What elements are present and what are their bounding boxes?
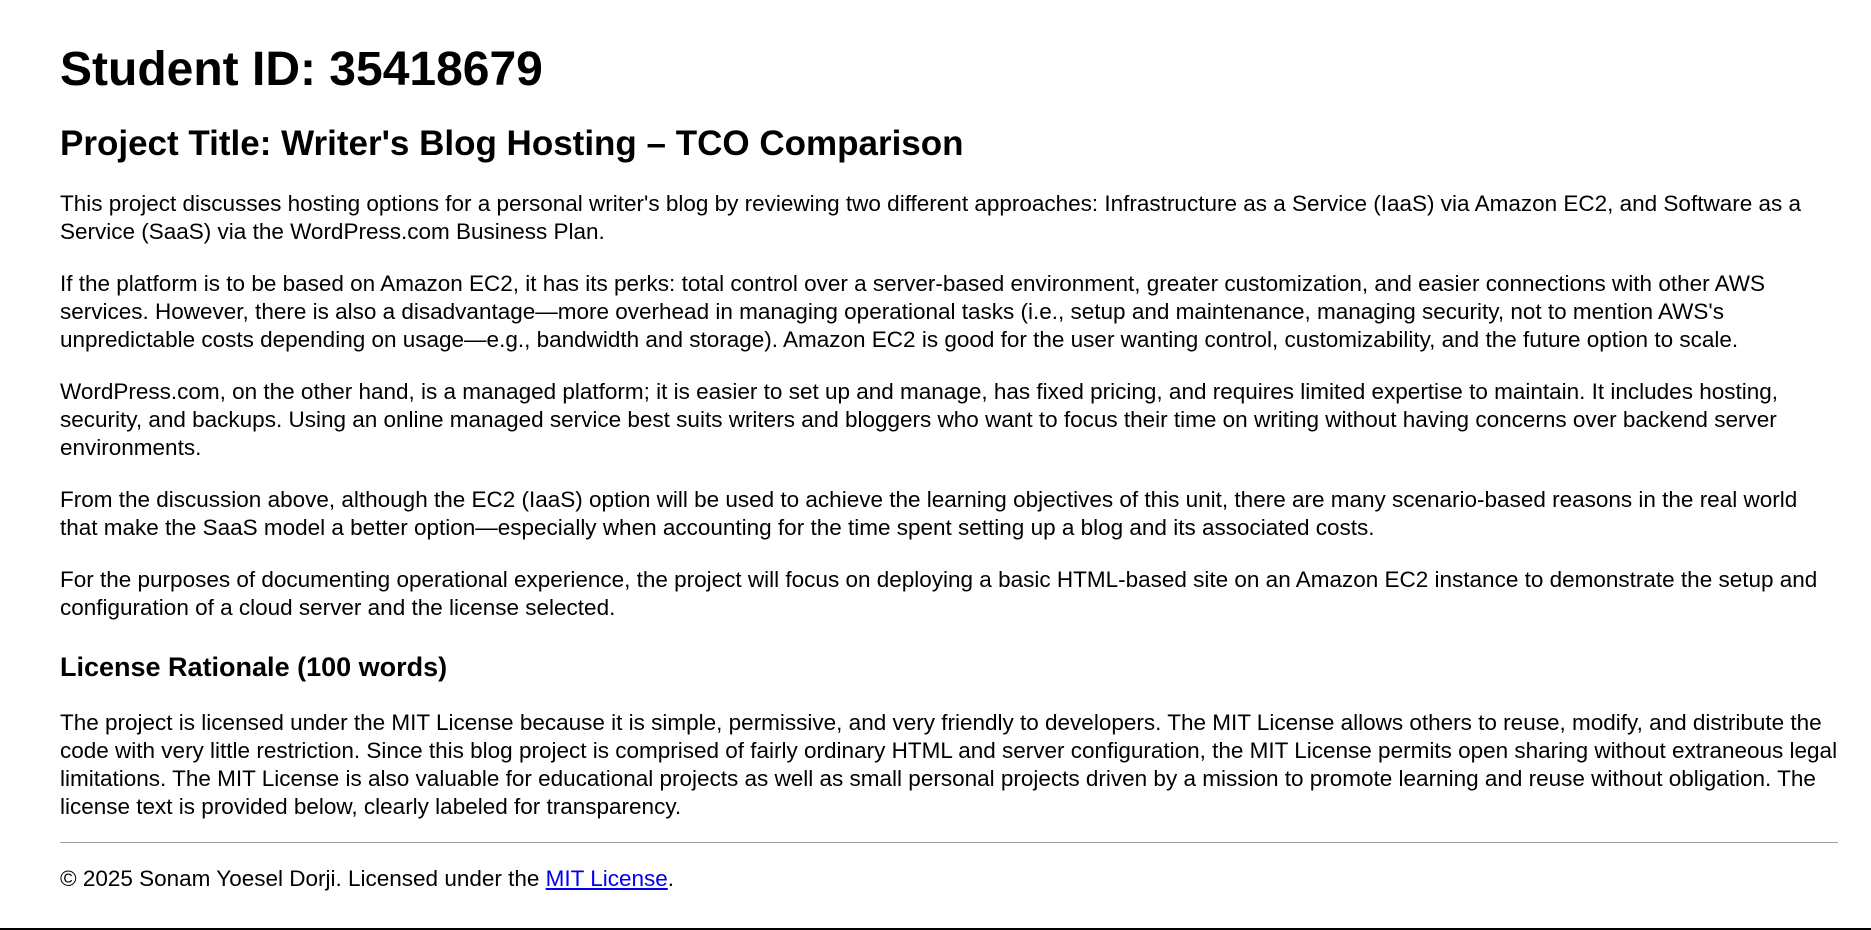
project-title-heading: Project Title: Writer's Blog Hosting – T… bbox=[60, 124, 964, 163]
intro-paragraph-5: For the purposes of documenting operatio… bbox=[60, 567, 1818, 620]
intro-paragraph-3: WordPress.com, on the other hand, is a m… bbox=[60, 379, 1778, 460]
license-rationale-heading: License Rationale (100 words) bbox=[60, 652, 448, 682]
intro-paragraph-4: From the discussion above, although the … bbox=[60, 487, 1798, 540]
intro-paragraph-1: This project discusses hosting options f… bbox=[60, 191, 1801, 244]
footer-suffix: . bbox=[667, 866, 675, 891]
footer-divider bbox=[60, 842, 1838, 843]
intro-paragraph-2: If the platform is to be based on Amazon… bbox=[60, 271, 1766, 352]
page-footer: © 2025 Sonam Yoesel Dorji. Licensed unde… bbox=[60, 865, 1838, 893]
document-page: Student ID: 35418679 Project Title: Writ… bbox=[60, 0, 1838, 893]
student-id-heading: Student ID: 35418679 bbox=[60, 43, 543, 96]
mit-license-link[interactable]: MIT License bbox=[546, 866, 668, 891]
footer-copyright-text: © 2025 Sonam Yoesel Dorji. Licensed unde… bbox=[60, 866, 546, 891]
license-rationale-paragraph: The project is licensed under the MIT Li… bbox=[60, 710, 1838, 819]
